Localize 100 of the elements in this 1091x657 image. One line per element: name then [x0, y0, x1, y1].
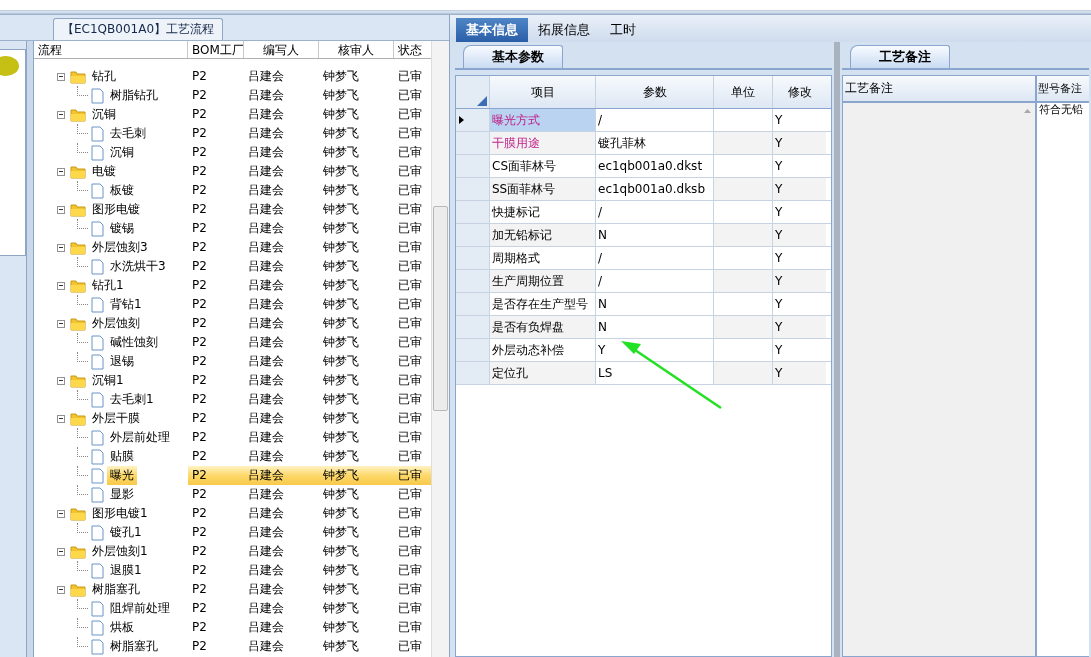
table-cell-text: 吕建会 [247, 258, 285, 275]
table-cell: 曝光方式 [490, 109, 596, 131]
tree-item[interactable]: 贴膜 [107, 447, 137, 466]
panel-title-tab[interactable]: 【EC1QB001A0】工艺流程 [53, 18, 224, 40]
table-cell-text: 吕建会 [247, 296, 285, 313]
tree-item[interactable]: 背钻1 [107, 295, 145, 314]
collapse-icon[interactable] [57, 547, 65, 556]
table-cell-text: 钟梦飞 [322, 125, 360, 142]
tree-item[interactable]: 电镀 [89, 162, 119, 181]
tree-item[interactable]: 沉铜1 [89, 371, 127, 390]
table-cell-text: 已审 [397, 581, 423, 598]
tree-item[interactable]: 曝光 [107, 466, 137, 485]
table-cell-text: 钟梦飞 [322, 429, 360, 446]
collapse-icon[interactable] [57, 167, 65, 176]
table-cell-text: 钟梦飞 [322, 353, 360, 370]
collapse-icon[interactable] [57, 585, 65, 594]
column-header[interactable]: 状态 [394, 41, 431, 58]
collapse-icon[interactable] [57, 376, 65, 385]
tree-item[interactable]: 树脂塞孔 [107, 637, 161, 656]
tree-item[interactable]: 水洗烘干3 [107, 257, 169, 276]
tree-item[interactable]: 树脂塞孔 [89, 580, 143, 599]
tree-item[interactable]: 图形电镀 [89, 200, 143, 219]
collapse-icon[interactable] [57, 205, 65, 214]
document-icon [91, 448, 104, 465]
column-header[interactable]: 单位 [714, 76, 773, 108]
folder-icon [70, 107, 86, 122]
table-cell: P2 [188, 466, 244, 485]
table-cell-text: P2 [191, 638, 208, 655]
document-icon [91, 619, 104, 636]
table-cell-text: 吕建会 [247, 505, 285, 522]
tree-item[interactable]: 退膜1 [107, 561, 145, 580]
panel-tab[interactable]: 基本参数 [463, 45, 563, 68]
tree-item[interactable]: 去毛刺 [107, 124, 149, 143]
column-header[interactable]: 参数 [596, 76, 714, 108]
tree-item[interactable]: 显影 [107, 485, 137, 504]
table-cell-text: P2 [191, 619, 208, 636]
table-cell: Y [773, 270, 826, 292]
tree-item[interactable]: 外层蚀刻1 [89, 542, 151, 561]
collapse-icon[interactable] [57, 243, 65, 252]
tree-item[interactable]: 外层干膜 [89, 409, 143, 428]
tree-item[interactable]: 沉铜 [107, 143, 137, 162]
column-header[interactable]: 核审人 [319, 41, 394, 58]
tree-item[interactable]: 图形电镀1 [89, 504, 151, 523]
table-cell-text: 吕建会 [247, 239, 285, 256]
table-cell-text: 吕建会 [247, 391, 285, 408]
collapse-icon[interactable] [57, 414, 65, 423]
tree-item[interactable]: 外层前处理 [107, 428, 173, 447]
tree-item[interactable]: 碱性蚀刻 [107, 333, 161, 352]
tree-item[interactable]: 外层蚀刻3 [89, 238, 151, 257]
tab[interactable]: 基本信息 [456, 18, 528, 42]
scroll-up-icon[interactable] [1023, 109, 1031, 113]
table-cell: 生产周期位置 [490, 270, 596, 292]
table-cell: 是否有负焊盘 [490, 316, 596, 338]
tree-item[interactable]: 沉铜 [89, 105, 119, 124]
tab[interactable]: 工时 [600, 18, 646, 42]
tree-item[interactable]: 板镀 [107, 181, 137, 200]
tree-item[interactable]: 镀孔1 [107, 523, 145, 542]
column-header[interactable]: 编写人 [244, 41, 319, 58]
table-cell-text: 已审 [397, 619, 423, 636]
table-cell-text: 已审 [397, 296, 423, 313]
tree-item[interactable]: 外层蚀刻 [89, 314, 143, 333]
panel-tab[interactable]: 工艺备注 [850, 45, 950, 68]
table-cell-text: 已审 [397, 125, 423, 142]
document-icon [91, 486, 104, 503]
table-cell-text: 钟梦飞 [322, 87, 360, 104]
tree-item[interactable]: 钻孔 [89, 67, 119, 86]
document-icon [91, 182, 104, 199]
collapse-icon[interactable] [57, 509, 65, 518]
collapse-icon[interactable] [57, 281, 65, 290]
tree-item[interactable]: 镀锡 [107, 219, 137, 238]
row-header[interactable] [456, 109, 490, 131]
table-cell-text: 吕建会 [247, 410, 285, 427]
tree-item[interactable]: 树脂钻孔 [107, 86, 161, 105]
table-cell-text: 钟梦飞 [322, 239, 360, 256]
collapse-icon[interactable] [57, 72, 65, 81]
table-cell-text: 吕建会 [247, 486, 285, 503]
tree-item[interactable]: 去毛刺1 [107, 390, 157, 409]
tree-item[interactable]: 阻焊前处理 [107, 599, 173, 618]
table-cell-text: 钟梦飞 [322, 581, 360, 598]
corner-icon [477, 96, 487, 106]
collapse-icon[interactable] [57, 319, 65, 328]
tree-item[interactable]: 烘板 [107, 618, 137, 637]
column-header[interactable]: 项目 [490, 76, 596, 108]
column-header[interactable]: 修改 [773, 76, 826, 108]
collapse-icon[interactable] [57, 110, 65, 119]
tab[interactable]: 拓展信息 [528, 18, 600, 42]
column-header[interactable]: 流程 [34, 41, 188, 58]
column-header[interactable]: 工艺备注 [843, 76, 1035, 103]
column-header[interactable]: BOM工厂 [188, 41, 244, 58]
table-cell: Y [773, 224, 826, 246]
table-cell-text: P2 [191, 353, 208, 370]
scrollbar[interactable] [431, 41, 449, 657]
column-header[interactable]: 型号备注 [1037, 76, 1089, 103]
tree-item[interactable]: 退锡 [107, 352, 137, 371]
tree-item[interactable]: 钻孔1 [89, 276, 127, 295]
table-cell-text: P2 [191, 182, 208, 199]
table-cell-text: 钟梦飞 [322, 391, 360, 408]
table-cell-text: 钟梦飞 [322, 296, 360, 313]
splitter[interactable] [26, 41, 34, 657]
folder-icon [70, 582, 86, 597]
